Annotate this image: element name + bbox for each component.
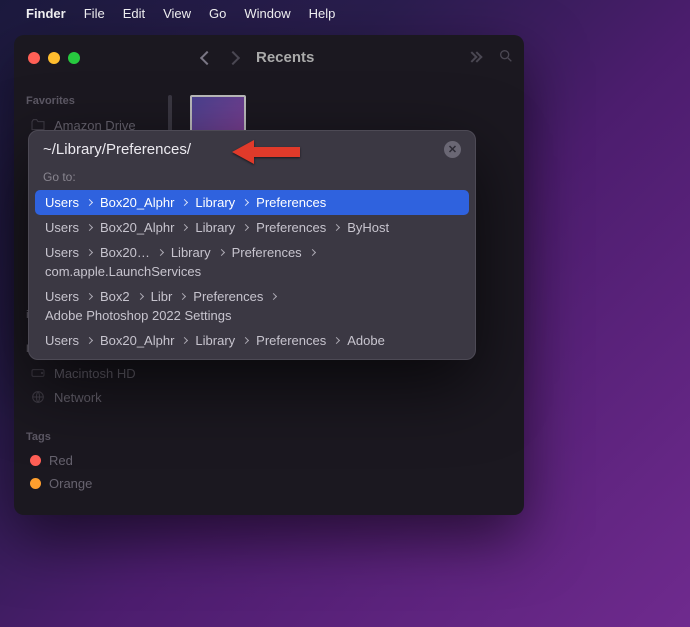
chevron-right-icon	[333, 224, 340, 231]
chevron-right-icon	[86, 199, 93, 206]
macos-menubar: Finder File Edit View Go Window Help	[0, 0, 690, 27]
path-segment: Library	[195, 195, 235, 210]
path-segment: Library	[195, 220, 235, 235]
sidebar-item-label: Network	[54, 390, 102, 405]
chevron-right-icon	[181, 224, 188, 231]
path-segment: Libr	[151, 289, 173, 304]
menubar-item-window[interactable]: Window	[244, 6, 290, 21]
chevron-right-icon	[242, 199, 249, 206]
chevron-right-icon	[86, 224, 93, 231]
path-suggestion-row[interactable]: Users Box20_Alphr Library Preferences Adobe	[35, 328, 469, 353]
menubar-item-view[interactable]: View	[163, 6, 191, 21]
path-suggestion-row[interactable]: Users Box20… Library Preferences com.apple.L…	[35, 240, 469, 284]
path-segment: Adobe	[347, 333, 385, 348]
path-suggestions: Users Box20_Alphr Library Preferences Users B…	[29, 190, 475, 353]
path-segment: Library	[195, 333, 235, 348]
zoom-button[interactable]	[68, 52, 80, 64]
path-segment: Users	[45, 220, 79, 235]
menubar-item-go[interactable]: Go	[209, 6, 226, 21]
go-to-folder-dialog: ✕ Go to: Users Box20_Alphr Library Preferen…	[28, 130, 476, 360]
chevron-right-icon	[157, 249, 164, 256]
menubar-item-file[interactable]: File	[84, 6, 105, 21]
path-segment: Users	[45, 245, 79, 260]
clear-input-icon[interactable]: ✕	[444, 141, 461, 158]
chevron-right-icon	[86, 249, 93, 256]
file-thumbnail[interactable]	[190, 95, 246, 135]
path-segment: Preferences	[256, 333, 326, 348]
path-suggestion-row[interactable]: Users Box20_Alphr Library Preferences	[35, 190, 469, 215]
sidebar-item-label: Orange	[49, 476, 92, 491]
chevron-right-icon	[137, 293, 144, 300]
chevron-right-icon	[181, 199, 188, 206]
chevron-right-icon	[309, 249, 316, 256]
tag-color-icon	[30, 455, 41, 466]
chevron-right-icon	[242, 337, 249, 344]
go-to-path-input[interactable]	[43, 141, 444, 158]
path-segment: Library	[171, 245, 211, 260]
menubar-item-help[interactable]: Help	[309, 6, 336, 21]
chevron-right-icon	[181, 337, 188, 344]
path-suggestion-row[interactable]: Users Box20_Alphr Library Preferences ByHost	[35, 215, 469, 240]
chevron-right-icon	[242, 224, 249, 231]
path-segment: Preferences	[193, 289, 263, 304]
go-to-label: Go to:	[29, 166, 475, 190]
chevron-right-icon	[179, 293, 186, 300]
close-button[interactable]	[28, 52, 40, 64]
chevron-right-icon	[86, 337, 93, 344]
sidebar-item-label: Macintosh HD	[54, 366, 136, 381]
chevron-right-icon	[218, 249, 225, 256]
chevron-right-icon	[333, 337, 340, 344]
sidebar-item-label: Red	[49, 453, 73, 468]
path-segment: Box20_Alphr	[100, 220, 174, 235]
path-segment: Users	[45, 333, 79, 348]
traffic-lights	[14, 52, 80, 64]
path-segment: Box20_Alphr	[100, 333, 174, 348]
sidebar-tag-red[interactable]: Red	[26, 449, 162, 472]
path-segment: Users	[45, 195, 79, 210]
minimize-button[interactable]	[48, 52, 60, 64]
window-titlebar	[14, 35, 524, 80]
sidebar-item-macintosh-hd[interactable]: Macintosh HD	[26, 361, 162, 385]
path-segment: com.apple.LaunchServices	[45, 264, 201, 279]
path-segment: Preferences	[232, 245, 302, 260]
path-segment: ByHost	[347, 220, 389, 235]
sidebar-item-network[interactable]: Network	[26, 385, 162, 409]
path-segment: Box20_Alphr	[100, 195, 174, 210]
chevron-right-icon	[270, 293, 277, 300]
path-segment: Preferences	[256, 220, 326, 235]
chevron-right-icon	[86, 293, 93, 300]
path-suggestion-row[interactable]: Users Box2 Libr Preferences Adobe Photoshop …	[35, 284, 469, 328]
path-segment: Box2	[100, 289, 130, 304]
tag-color-icon	[30, 478, 41, 489]
path-segment: Box20…	[100, 245, 150, 260]
path-segment: Users	[45, 289, 79, 304]
sidebar-section-tags: Tags	[26, 431, 162, 443]
path-segment: Preferences	[256, 195, 326, 210]
sidebar-section-favorites: Favorites	[26, 95, 162, 107]
menubar-item-edit[interactable]: Edit	[123, 6, 145, 21]
path-segment: Adobe Photoshop 2022 Settings	[45, 308, 231, 323]
sidebar-tag-orange[interactable]: Orange	[26, 472, 162, 495]
menubar-app-name[interactable]: Finder	[26, 6, 66, 21]
